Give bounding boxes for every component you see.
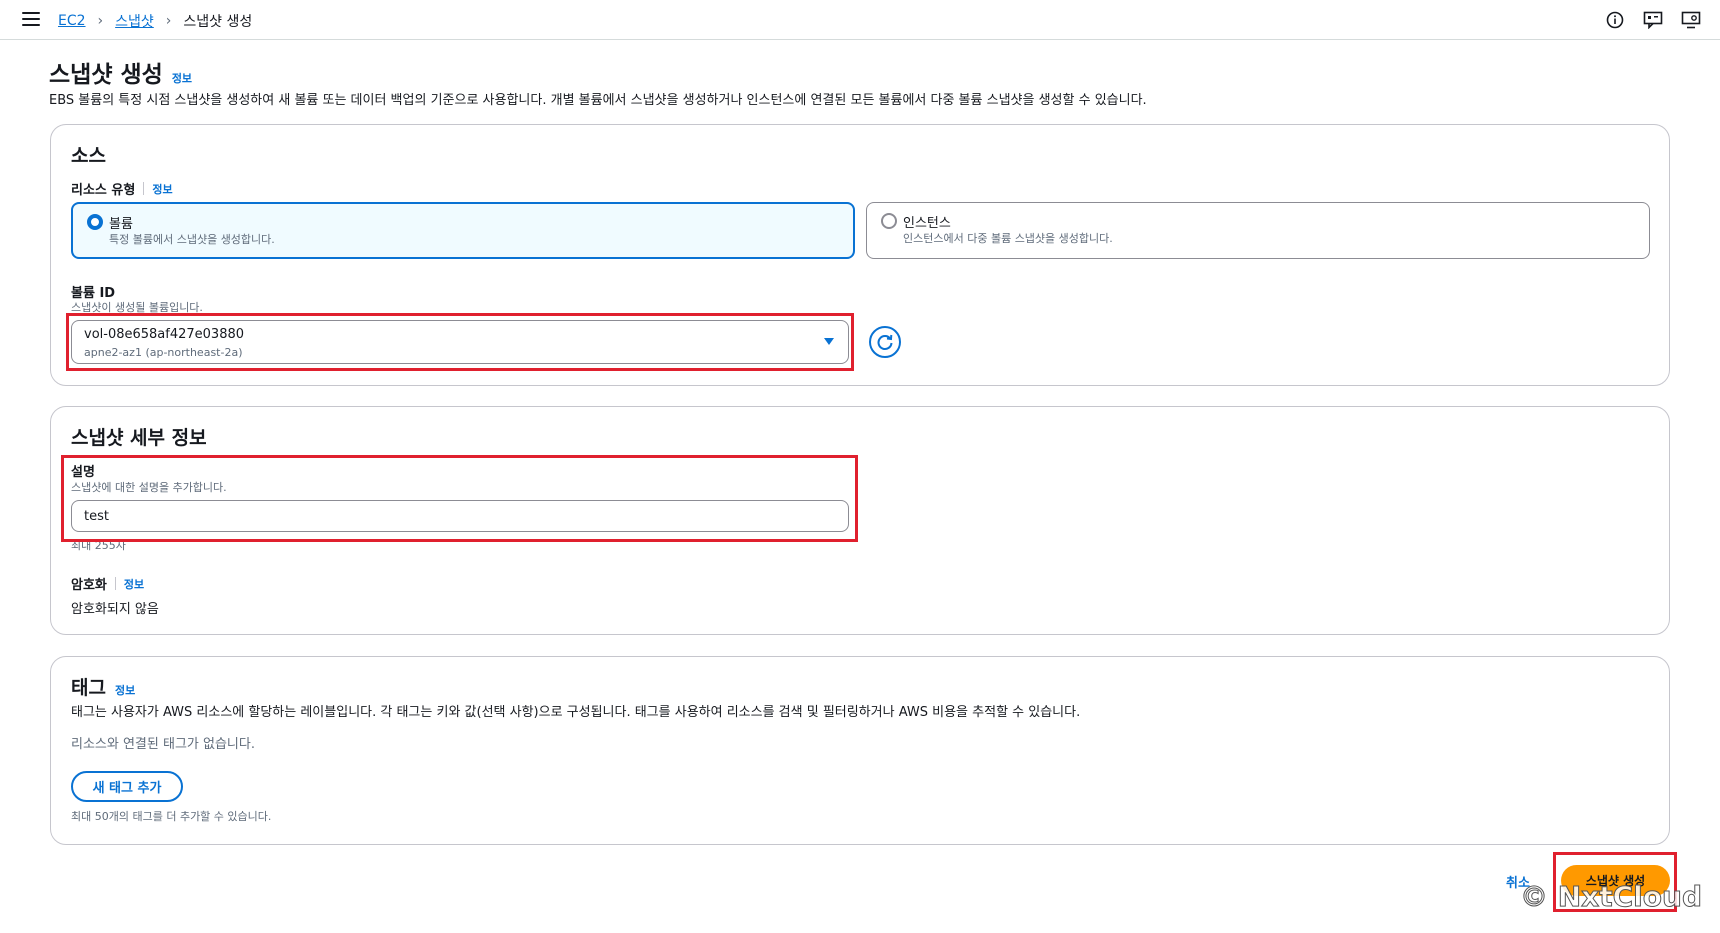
tags-panel-title: 태그 정보 xyxy=(71,673,135,700)
breadcrumb-snapshots[interactable]: 스냅샷 xyxy=(115,11,154,31)
top-icon-group xyxy=(1604,10,1702,30)
radio-instance-desc: 인스턴스에서 다중 볼륨 스냅샷을 생성합니다. xyxy=(903,232,1113,245)
description-label: 설명 xyxy=(71,465,95,480)
radio-tile-volume[interactable]: 볼륨 특정 볼륨에서 스냅샷을 생성합니다. xyxy=(71,202,855,259)
volume-id-value: vol-08e658af427e03880 xyxy=(84,327,245,342)
page-title: 스냅샷 생성 정보 xyxy=(49,55,192,89)
refresh-icon xyxy=(877,334,893,350)
tags-title-text: 태그 xyxy=(71,677,106,699)
resource-type-label: 리소스 유형 정보 xyxy=(71,179,173,198)
page-title-text: 스냅샷 생성 xyxy=(49,62,163,88)
breadcrumb: EC2 › 스냅샷 › 스냅샷 생성 xyxy=(58,11,252,31)
radio-volume[interactable] xyxy=(87,214,103,230)
tags-description: 태그는 사용자가 AWS 리소스에 할당하는 레이블입니다. 각 태그는 키와 … xyxy=(71,705,1081,720)
tags-panel: 태그 정보 태그는 사용자가 AWS 리소스에 할당하는 레이블입니다. 각 태… xyxy=(50,656,1670,845)
cancel-button[interactable]: 취소 xyxy=(1506,872,1530,891)
refresh-button[interactable] xyxy=(869,326,901,358)
page-description: EBS 볼륨의 특정 시점 스냅샷을 생성하여 새 볼륨 또는 데이터 백업의 … xyxy=(49,93,1147,108)
breadcrumb-current: 스냅샷 생성 xyxy=(183,14,253,30)
volume-id-desc: 스냅샷이 생성될 볼륨입니다. xyxy=(71,301,203,314)
encryption-label: 암호화 정보 xyxy=(71,574,144,593)
volume-id-select[interactable]: vol-08e658af427e03880 apne2-az1 (ap-nort… xyxy=(71,320,849,364)
divider xyxy=(114,577,116,590)
radio-instance[interactable] xyxy=(881,213,897,229)
chevron-right-icon: › xyxy=(97,13,104,29)
page-info-link[interactable]: 정보 xyxy=(172,70,192,86)
encryption-info-link[interactable]: 정보 xyxy=(124,576,144,592)
add-tag-button[interactable]: 새 태그 추가 xyxy=(71,771,183,802)
top-navigation-bar: EC2 › 스냅샷 › 스냅샷 생성 xyxy=(0,0,1720,40)
encryption-value: 암호화되지 않음 xyxy=(71,602,159,617)
radio-volume-label: 볼륨 xyxy=(109,217,133,232)
monitor-settings-icon[interactable] xyxy=(1680,10,1702,30)
radio-instance-label: 인스턴스 xyxy=(903,216,951,231)
description-hint: 스냅샷에 대한 설명을 추가합니다. xyxy=(71,481,227,494)
tags-empty-text: 리소스와 연결된 태그가 없습니다. xyxy=(71,737,255,752)
encryption-label-text: 암호화 xyxy=(71,578,107,593)
breadcrumb-ec2[interactable]: EC2 xyxy=(58,13,86,29)
details-panel-title: 스냅샷 세부 정보 xyxy=(71,427,207,449)
resource-type-info-link[interactable]: 정보 xyxy=(152,181,172,197)
chevron-right-icon: › xyxy=(165,13,172,29)
description-counter: 최대 255자 xyxy=(71,539,126,552)
tags-limit-text: 최대 50개의 태그를 더 추가할 수 있습니다. xyxy=(71,810,272,823)
feedback-icon[interactable] xyxy=(1642,10,1664,30)
radio-tile-instance[interactable]: 인스턴스 인스턴스에서 다중 볼륨 스냅샷을 생성합니다. xyxy=(866,202,1650,259)
divider xyxy=(143,182,145,195)
tags-info-link[interactable]: 정보 xyxy=(115,682,135,698)
resource-type-label-text: 리소스 유형 xyxy=(71,183,136,198)
radio-volume-desc: 특정 볼륨에서 스냅샷을 생성합니다. xyxy=(109,233,275,246)
caret-down-icon xyxy=(824,338,834,345)
volume-id-az: apne2-az1 (ap-northeast-2a) xyxy=(84,346,243,359)
create-snapshot-button[interactable]: 스냅샷 생성 xyxy=(1561,865,1670,896)
menu-icon[interactable] xyxy=(22,12,40,28)
info-circle-icon[interactable] xyxy=(1604,10,1626,30)
source-panel-title: 소스 xyxy=(71,145,106,167)
description-input[interactable] xyxy=(71,500,849,532)
